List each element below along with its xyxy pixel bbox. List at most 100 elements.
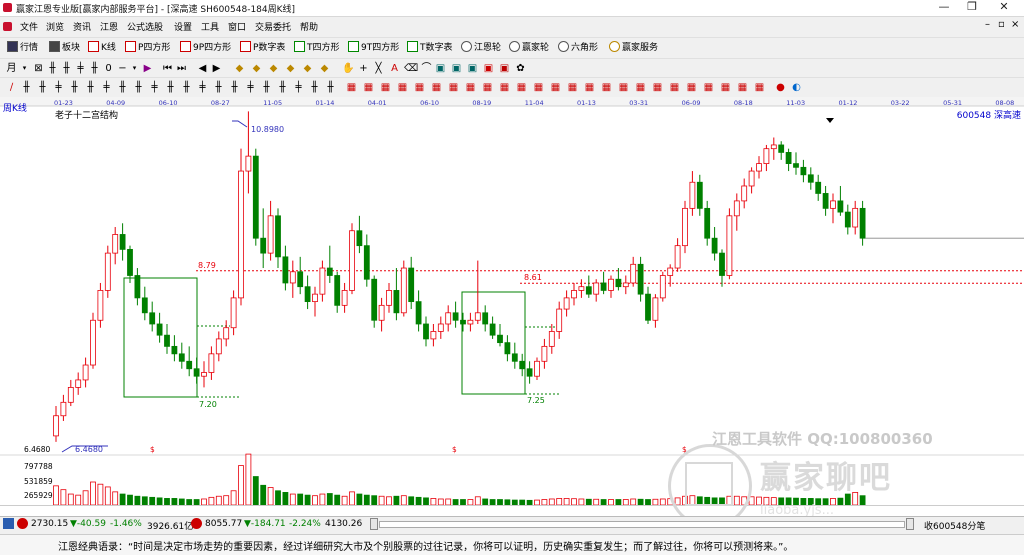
dropdown-icon[interactable]: ▾ (18, 62, 31, 75)
panel-icon[interactable]: ▣ (482, 62, 495, 75)
panel-icon[interactable]: ▣ (434, 62, 447, 75)
bars-icon[interactable]: ╫ (212, 81, 225, 94)
bars-icon[interactable]: ╫ (116, 81, 129, 94)
bars-icon[interactable]: ╫ (20, 81, 33, 94)
diamond-icon[interactable]: ◆ (250, 62, 263, 75)
diamond-icon[interactable]: ◆ (318, 62, 331, 75)
dropdown-icon[interactable]: ▾ (128, 62, 141, 75)
grid-tool-icon[interactable]: ▦ (413, 81, 426, 94)
tb-p-table[interactable]: P数字表 (240, 41, 285, 55)
tb-t-table[interactable]: T数字表 (407, 41, 453, 55)
menu-window[interactable]: 窗口 (228, 20, 246, 33)
zero-icon[interactable]: 0 (102, 62, 115, 75)
diamond-icon[interactable]: ◆ (301, 62, 314, 75)
menu-minimize-icon[interactable]: – (985, 19, 990, 30)
crosshair-icon[interactable]: + (357, 62, 370, 75)
bars-icon[interactable]: ╫ (88, 62, 101, 75)
period-select-icon[interactable]: 月 (5, 62, 18, 75)
right-arrow-icon[interactable]: ▶ (210, 62, 223, 75)
tb-service[interactable]: 赢家服务 (609, 41, 658, 55)
panel-icon[interactable]: ▣ (498, 62, 511, 75)
grid-tool-icon[interactable]: ▦ (617, 81, 630, 94)
text-icon[interactable]: A (388, 62, 401, 75)
line-tool-icon[interactable]: ∕ (5, 81, 18, 94)
diamond-icon[interactable]: ◆ (284, 62, 297, 75)
tb-gann-wheel[interactable]: 江恩轮 (461, 41, 501, 55)
bars-icon[interactable]: ╫ (132, 81, 145, 94)
eraser-icon[interactable]: ⌫ (404, 62, 418, 75)
menu-formula[interactable]: 公式选股 (127, 20, 163, 33)
grid-icon[interactable] (3, 518, 14, 529)
grid-tool-icon[interactable]: ▦ (481, 81, 494, 94)
left-arrow-icon[interactable]: ◀ (196, 62, 209, 75)
grid-tool-icon[interactable]: ▦ (362, 81, 375, 94)
bars-icon[interactable]: ╪ (74, 62, 87, 75)
grid-tool-icon[interactable]: ▦ (464, 81, 477, 94)
bars-icon[interactable]: ╫ (46, 62, 59, 75)
first-icon[interactable]: ⏮ (161, 62, 174, 75)
menu-info[interactable]: 资讯 (73, 20, 91, 33)
grid-tool-icon[interactable]: ▦ (498, 81, 511, 94)
bars-icon[interactable]: ╪ (196, 81, 209, 94)
color-icon[interactable]: ● (774, 81, 787, 94)
bars-icon[interactable]: ╫ (84, 81, 97, 94)
tick-info-button[interactable]: 收600548分笔 (924, 519, 985, 532)
menu-trade[interactable]: 交易委托 (255, 20, 291, 33)
tb-p-square[interactable]: P四方形 (125, 41, 170, 55)
tb-9p-square[interactable]: 9P四方形 (180, 41, 231, 55)
grid-tool-icon[interactable]: ▦ (651, 81, 664, 94)
cross-icon[interactable]: ⊠ (32, 62, 45, 75)
grid-tool-icon[interactable]: ▦ (634, 81, 647, 94)
diamond-icon[interactable]: ◆ (267, 62, 280, 75)
bars-icon[interactable]: ╫ (308, 81, 321, 94)
grid-tool-icon[interactable]: ▦ (396, 81, 409, 94)
menu-file[interactable]: 文件 (20, 20, 38, 33)
grid-tool-icon[interactable]: ▦ (583, 81, 596, 94)
grid-tool-icon[interactable]: ▦ (668, 81, 681, 94)
grid-tool-icon[interactable]: ▦ (566, 81, 579, 94)
grid-tool-icon[interactable]: ▦ (600, 81, 613, 94)
grid-tool-icon[interactable]: ▦ (736, 81, 749, 94)
tb-hexagon[interactable]: 六角形 (558, 41, 598, 55)
bars-icon[interactable]: ╪ (100, 81, 113, 94)
panel-icon[interactable]: ▣ (450, 62, 463, 75)
bars-icon[interactable]: ╫ (60, 62, 73, 75)
grid-tool-icon[interactable]: ▦ (345, 81, 358, 94)
grid-tool-icon[interactable]: ▦ (549, 81, 562, 94)
grid-tool-icon[interactable]: ▦ (379, 81, 392, 94)
bars-icon[interactable]: ╫ (164, 81, 177, 94)
grid-tool-icon[interactable]: ▦ (447, 81, 460, 94)
menu-browse[interactable]: 浏览 (46, 20, 64, 33)
fan-icon[interactable]: ⌒ (420, 62, 433, 75)
scroll-right-button[interactable] (906, 518, 914, 530)
diamond-icon[interactable]: ◆ (233, 62, 246, 75)
sh-index-icon[interactable] (17, 518, 28, 529)
bars-icon[interactable]: ╫ (260, 81, 273, 94)
grid-tool-icon[interactable]: ▦ (532, 81, 545, 94)
bars-icon[interactable]: ╫ (228, 81, 241, 94)
tb-t-square[interactable]: T四方形 (294, 41, 340, 55)
grid-tool-icon[interactable]: ▦ (702, 81, 715, 94)
bars-icon[interactable]: ╫ (68, 81, 81, 94)
menu-settings[interactable]: 设置 (174, 20, 192, 33)
menu-restore-icon[interactable]: ▫ (998, 19, 1005, 30)
grid-tool-icon[interactable]: ▦ (430, 81, 443, 94)
scroll-left-button[interactable] (370, 518, 378, 530)
tb-sector[interactable]: 板块 (49, 41, 80, 55)
tb-9t-square[interactable]: 9T四方形 (348, 41, 399, 55)
bars-icon[interactable]: ╫ (36, 81, 49, 94)
bars-icon[interactable]: ╪ (52, 81, 65, 94)
grid-tool-icon[interactable]: ▦ (753, 81, 766, 94)
tb-winner-wheel[interactable]: 赢家轮 (509, 41, 549, 55)
bars-icon[interactable]: ╫ (180, 81, 193, 94)
bars-icon[interactable]: ╪ (148, 81, 161, 94)
line-icon[interactable]: ╳ (372, 62, 385, 75)
color-icon[interactable]: ◐ (790, 81, 803, 94)
grid-tool-icon[interactable]: ▦ (685, 81, 698, 94)
restore-button[interactable]: ❐ (958, 0, 986, 15)
palette-icon[interactable]: ✿ (514, 62, 527, 75)
bars-icon[interactable]: ╫ (324, 81, 337, 94)
menu-tools[interactable]: 工具 (201, 20, 219, 33)
close-button[interactable]: ✕ (990, 0, 1018, 15)
minimize-button[interactable]: — (930, 0, 958, 15)
